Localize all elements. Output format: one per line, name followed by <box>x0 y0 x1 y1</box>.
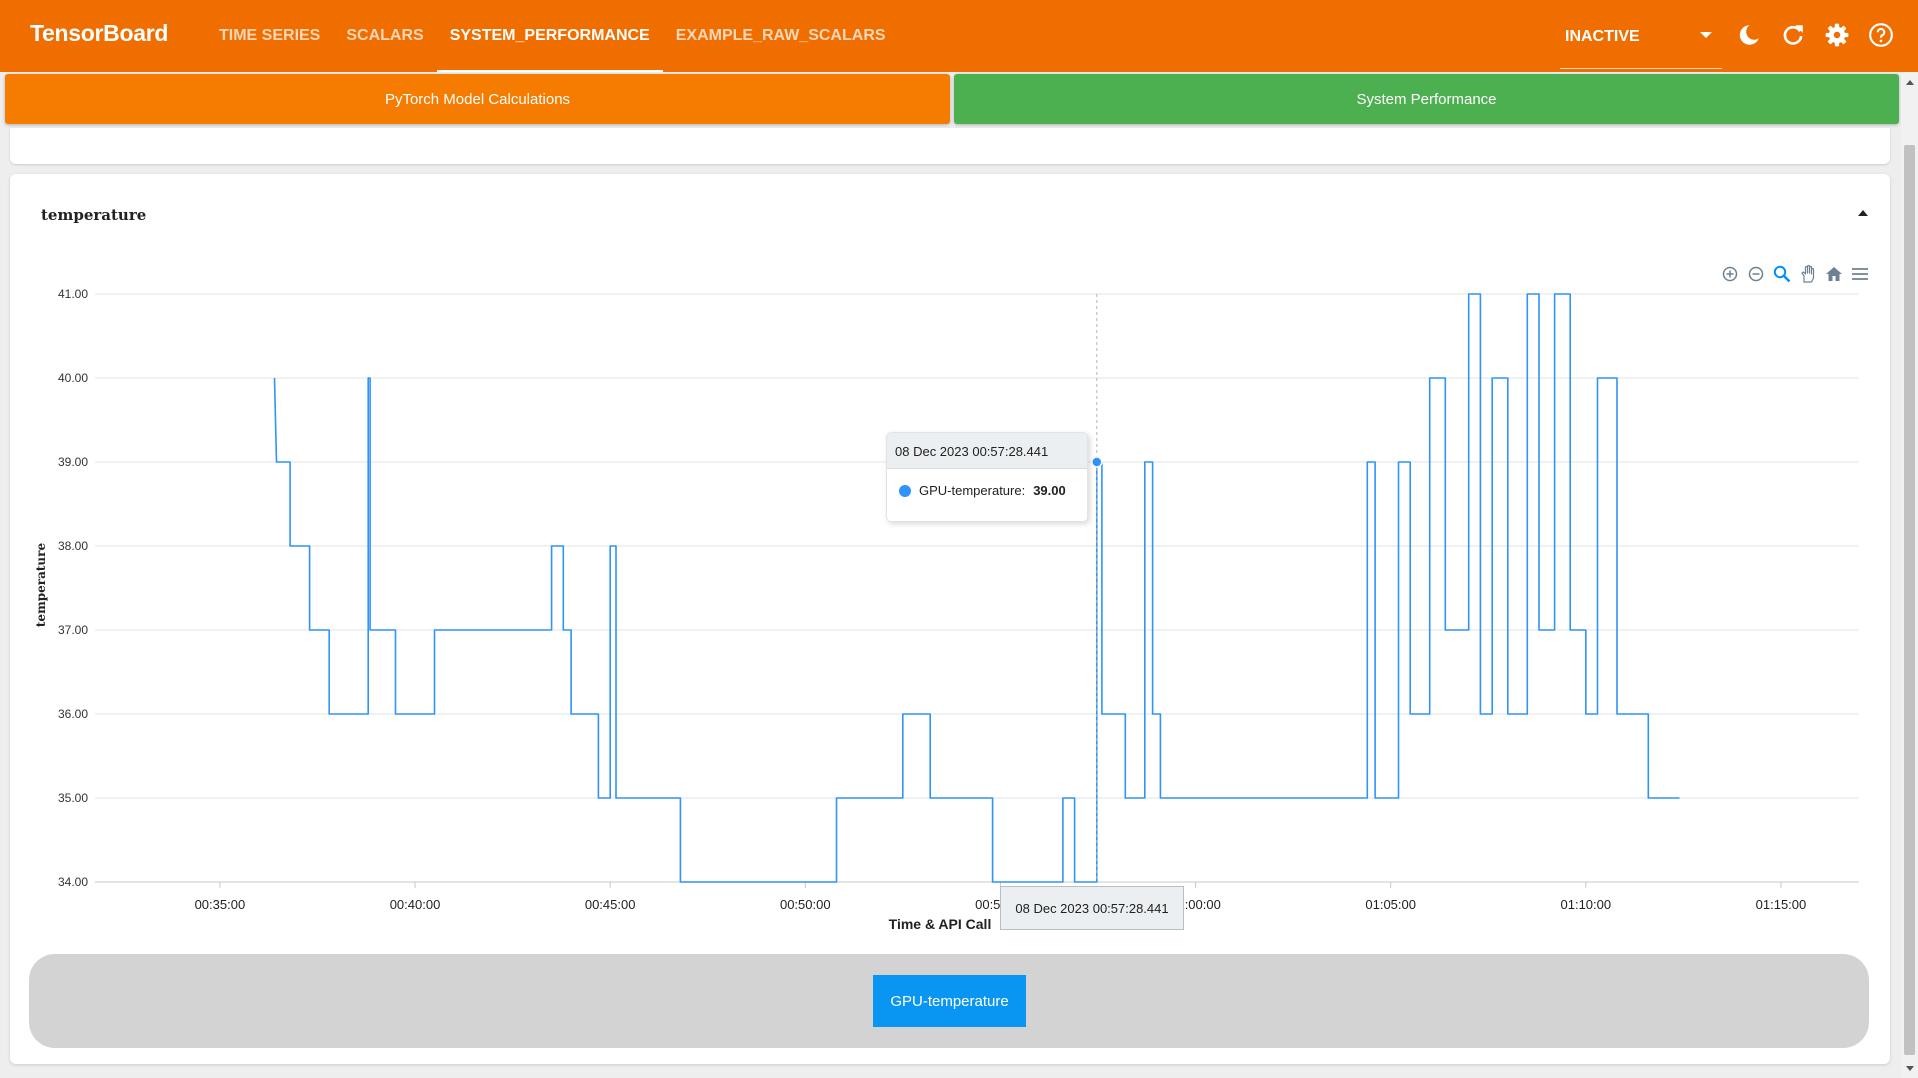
y-tick-label: 37.00 <box>58 623 88 637</box>
x-axis-tooltip: 08 Dec 2023 00:57:28.441 <box>1000 886 1184 930</box>
y-tick-label: 38.00 <box>58 539 88 553</box>
y-tick-label: 40.00 <box>58 371 88 385</box>
x-tick-label: 01:05:00 <box>1365 897 1416 912</box>
temperature-line-chart[interactable]: 00:35:0000:40:0000:45:0000:50:0000:55:00… <box>0 0 1918 1078</box>
legend-item-gpu-temperature[interactable]: GPU-temperature <box>873 975 1026 1027</box>
y-tick-label: 39.00 <box>58 455 88 469</box>
y-axis-label: temperature <box>34 543 48 628</box>
scrollbar-thumb[interactable] <box>1904 145 1915 1055</box>
y-tick-label: 41.00 <box>58 287 88 301</box>
y-tick-label: 35.00 <box>58 791 88 805</box>
x-tick-label: 00:50:00 <box>780 897 831 912</box>
tooltip-timestamp: 08 Dec 2023 00:57:28.441 <box>887 433 1087 469</box>
data-tooltip: 08 Dec 2023 00:57:28.441 GPU-temperature… <box>886 432 1088 522</box>
x-tick-label: 00:45:00 <box>585 897 636 912</box>
x-tick-label: 00:40:00 <box>390 897 441 912</box>
x-axis-label: Time & API Call <box>889 916 992 932</box>
scroll-down-arrow-icon[interactable] <box>1906 1066 1914 1071</box>
tooltip-series-row: GPU-temperature: 39.00 <box>887 469 1087 498</box>
y-tick-label: 34.00 <box>58 875 88 889</box>
series-marker-icon <box>899 484 911 497</box>
tooltip-series-name: GPU-temperature: <box>919 483 1026 498</box>
gpu-temperature-series-line <box>273 293 1680 883</box>
x-tick-label: 01:15:00 <box>1756 897 1807 912</box>
y-tick-label: 36.00 <box>58 707 88 721</box>
hover-marker <box>1091 456 1103 468</box>
scroll-up-arrow-icon[interactable] <box>1906 80 1914 85</box>
x-tick-label: 01:10:00 <box>1561 897 1612 912</box>
tooltip-value: 39.00 <box>1033 483 1066 498</box>
x-tick-label: 00:35:00 <box>195 897 246 912</box>
